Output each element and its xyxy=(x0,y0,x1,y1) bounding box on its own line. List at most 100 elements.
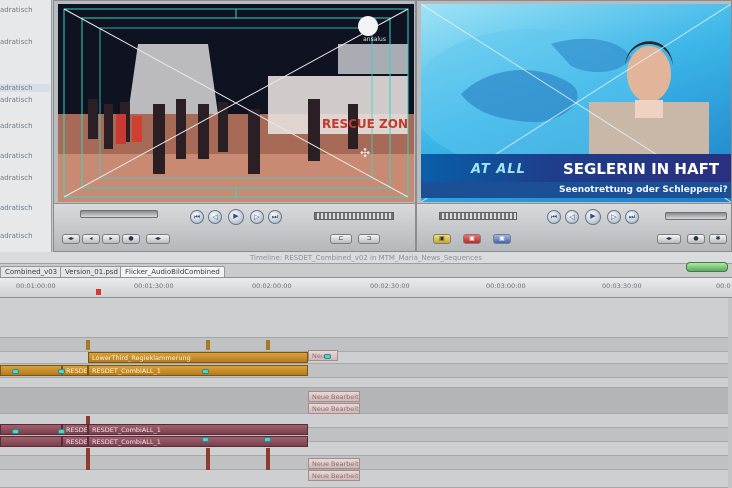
browser-item[interactable]: adratisch xyxy=(0,174,50,182)
combi-audio-clip-1[interactable]: RESDET_CombiALL_1 xyxy=(88,424,308,435)
overwrite-button[interactable]: ⊐ xyxy=(358,234,380,244)
match-frame-button[interactable]: ◂▸ xyxy=(62,234,80,244)
viewer-window: ansalus RESCUE ZON ✣ ⏮ ◁ ▶ ▷ ⏭ ◂▸ ◂ ▸ ● … xyxy=(53,0,416,252)
overwrite-edit-button[interactable]: ▣ xyxy=(463,234,481,244)
timeline-tabs: Combined_v03 Version_01.psd Flicker_Audi… xyxy=(0,264,732,278)
keyframe-icon[interactable] xyxy=(12,429,19,434)
neue-bearbeitung-clip[interactable]: Neue xyxy=(308,350,338,361)
render-status-indicator xyxy=(686,262,728,272)
edit-marker[interactable] xyxy=(206,340,210,350)
canvas-previous-edit-icon[interactable]: ⏮ xyxy=(547,210,561,224)
canvas-window: AT ALL SEGLERIN IN HAFT Seenotrettung od… xyxy=(416,0,732,252)
ruler-tick: 00:02:30:00 xyxy=(370,282,410,290)
ruler-tick: 00:02:00:00 xyxy=(252,282,292,290)
canvas-play-icon[interactable]: ▶ xyxy=(585,209,601,225)
add-keyframe-button[interactable]: ● xyxy=(687,234,705,244)
lower-third-clip[interactable]: LowerThird_Regieklammerung xyxy=(88,352,308,363)
audio-marker[interactable] xyxy=(266,448,270,470)
audio-track-a5[interactable] xyxy=(0,456,728,470)
browser-item[interactable]: adratisch xyxy=(0,84,50,92)
resdet-audio-clip-2[interactable] xyxy=(0,436,62,447)
resdet-audio-short-clip[interactable]: RESDET xyxy=(62,424,88,435)
ruler-tick: 00:03:30:00 xyxy=(602,282,642,290)
audio-marker[interactable] xyxy=(206,448,210,470)
crosshair-icon[interactable]: ✣ xyxy=(360,146,370,160)
ruler-tick: 00:01:30:00 xyxy=(134,282,174,290)
keyframe-icon[interactable] xyxy=(324,354,331,359)
resdet-audio-clip[interactable] xyxy=(0,424,62,435)
browser-item[interactable]: adratisch xyxy=(0,38,50,46)
shuttle-slider[interactable] xyxy=(80,210,158,218)
combi-video-clip[interactable]: RESDET_CombiALL_1 xyxy=(88,365,308,376)
browser-item[interactable]: adratisch xyxy=(0,204,50,212)
final-cut-workspace: adratisch adratisch adratisch adratisch … xyxy=(0,0,732,488)
resdet-audio-short-clip-2[interactable]: RESDET xyxy=(62,436,88,447)
canvas-play-around-icon[interactable]: ▷ xyxy=(607,210,621,224)
tab-combined-v03[interactable]: Combined_v03 xyxy=(0,266,63,277)
ruler-tick: 00:03:00:00 xyxy=(486,282,526,290)
keyframe-icon[interactable] xyxy=(202,437,209,442)
audio-marker[interactable] xyxy=(86,416,90,424)
keyframe-icon[interactable] xyxy=(264,437,271,442)
tab-version-01[interactable]: Version_01.psd xyxy=(60,266,123,277)
neue-bearbeitung-clip[interactable]: Neue Bearbeit xyxy=(308,391,360,402)
canvas-play-in-out-icon[interactable]: ◁ xyxy=(565,210,579,224)
previous-edit-icon[interactable]: ⏮ xyxy=(190,210,204,224)
edit-marker[interactable] xyxy=(266,340,270,350)
add-marker-button[interactable]: ◂▸ xyxy=(657,234,681,244)
canvas-next-edit-icon[interactable]: ⏭ xyxy=(625,210,639,224)
canvas-shuttle-slider[interactable] xyxy=(665,212,727,220)
insert-button[interactable]: ⊏ xyxy=(330,234,352,244)
mark-in-button[interactable]: ◂ xyxy=(82,234,100,244)
news-headline: SEGLERIN IN HAFT xyxy=(563,160,720,178)
marker-button[interactable]: ● xyxy=(122,234,140,244)
browser-item[interactable]: adratisch xyxy=(0,6,50,14)
keyframe-icon[interactable] xyxy=(202,369,209,374)
combi-audio-clip-2[interactable]: RESDET_CombiALL_1 xyxy=(88,436,308,447)
broadcaster-logo-icon xyxy=(358,16,378,36)
rescue-zone-sign: RESCUE ZON xyxy=(322,117,408,131)
audio-marker[interactable] xyxy=(86,448,90,470)
resdet-clip[interactable] xyxy=(0,365,62,376)
canvas-video-frame[interactable]: AT ALL SEGLERIN IN HAFT Seenotrettung od… xyxy=(421,4,731,202)
video-track-v4[interactable] xyxy=(0,298,728,338)
jog-control[interactable] xyxy=(314,212,394,220)
mark-clip-button[interactable]: ◂▸ xyxy=(146,234,170,244)
browser-item[interactable]: adratisch xyxy=(0,232,50,240)
show-brand: AT ALL xyxy=(471,162,526,177)
canvas-jog-control[interactable] xyxy=(439,212,517,220)
mark-out-button[interactable]: ▸ xyxy=(102,234,120,244)
keyframe-icon[interactable] xyxy=(12,369,19,374)
viewer-video-frame[interactable]: ansalus RESCUE ZON ✣ xyxy=(58,4,414,202)
browser-item[interactable]: adratisch xyxy=(0,152,50,160)
keyframe-icon[interactable] xyxy=(58,429,65,434)
replace-edit-button[interactable]: ▣ xyxy=(493,234,511,244)
resdet-short-clip[interactable]: RESDE xyxy=(62,365,88,376)
settings-icon[interactable]: ✱ xyxy=(709,234,727,244)
audio-track-a6[interactable] xyxy=(0,470,728,488)
insert-edit-button[interactable]: ▣ xyxy=(433,234,451,244)
tab-flicker-audiobild[interactable]: Flicker_AudioBildCombined xyxy=(120,266,225,277)
timeline-tracks: LowerThird_Regieklammerung Neue RESDE RE… xyxy=(0,298,732,488)
track-divider xyxy=(0,378,728,388)
logo-caption: ansalus xyxy=(363,36,386,43)
edit-marker[interactable] xyxy=(86,340,90,350)
canvas-transport-controls: ⏮ ◁ ▶ ▷ ⏭ ▣ ▣ ▣ ◂▸ ● ✱ xyxy=(417,203,731,251)
next-edit-icon[interactable]: ⏭ xyxy=(268,210,282,224)
browser-item[interactable]: adratisch xyxy=(0,122,50,130)
neue-bearbeitung-clip[interactable]: Neue Bearbeit xyxy=(308,470,360,481)
audio-track-a1[interactable] xyxy=(0,388,728,414)
browser-item[interactable]: adratisch xyxy=(0,96,50,104)
ruler-tick: 00:0 xyxy=(716,282,731,290)
keyframe-icon[interactable] xyxy=(58,369,65,374)
video-scene xyxy=(58,4,414,202)
video-track-v3[interactable] xyxy=(0,338,728,352)
neue-bearbeitung-clip[interactable]: Neue Bearbeit xyxy=(308,458,360,469)
neue-bearbeitung-clip[interactable]: Neue Bearbeit xyxy=(308,403,360,414)
play-in-out-icon[interactable]: ◁ xyxy=(208,210,222,224)
play-icon[interactable]: ▶ xyxy=(228,209,244,225)
play-around-icon[interactable]: ▷ xyxy=(250,210,264,224)
playhead-marker[interactable] xyxy=(96,289,101,295)
browser-panel: adratisch adratisch adratisch adratisch … xyxy=(0,0,52,252)
timeline-ruler[interactable]: 00:01:00:00 00:01:30:00 00:02:00:00 00:0… xyxy=(0,278,732,298)
